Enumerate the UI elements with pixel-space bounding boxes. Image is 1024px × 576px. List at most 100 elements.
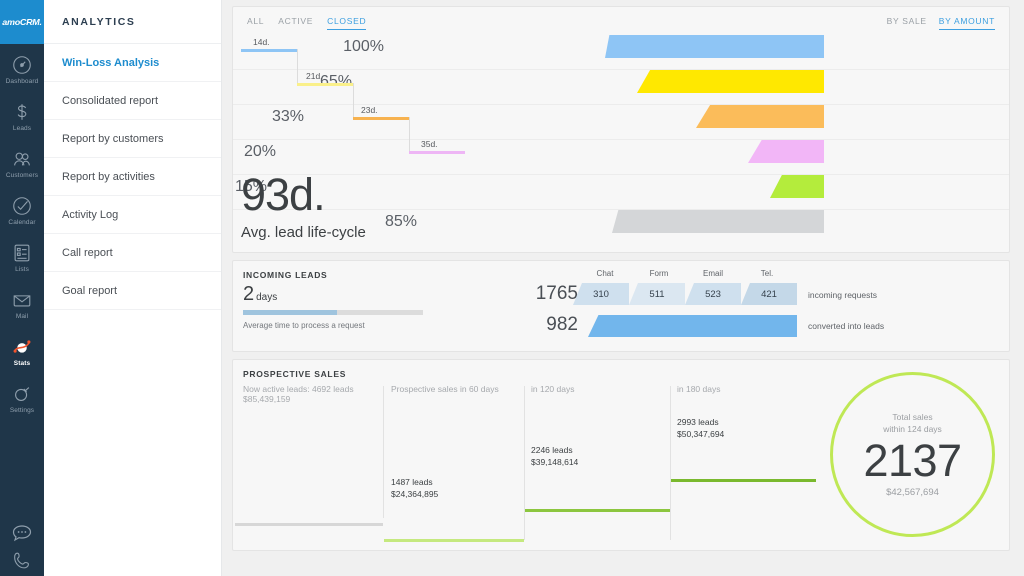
column-leads: 2993 leads	[677, 416, 812, 428]
tab-active[interactable]: ACTIVE	[278, 16, 313, 30]
rail-item-leads[interactable]: Leads	[0, 91, 44, 138]
rail-item-lists[interactable]: Lists	[0, 232, 44, 279]
step-segment	[409, 151, 465, 154]
list-icon	[11, 242, 33, 264]
nav-item-goal-report[interactable]: Goal report	[44, 272, 221, 310]
channel-value: 421	[761, 289, 777, 300]
step-connector	[353, 83, 354, 117]
logo-text: amoCRM.	[2, 17, 41, 27]
step-label: 23d.	[361, 105, 378, 115]
total-sales-amount: $42,567,694	[886, 487, 939, 498]
funnel-status-tabs: ALL ACTIVE CLOSED	[247, 16, 366, 30]
step-segment	[241, 49, 297, 52]
processing-subtitle: Average time to process a request	[243, 321, 365, 330]
analytics-dashboard: amoCRM. Dashboard Leads Customers	[0, 0, 1024, 576]
nav-item-label: Win-Loss Analysis	[62, 57, 159, 69]
step-label: 14d.	[253, 37, 270, 47]
funnel-bar	[770, 175, 824, 198]
channel-segment-chat[interactable]: 310	[573, 283, 629, 305]
channel-name: Chat	[578, 269, 632, 278]
nav-item-report-by-customers[interactable]: Report by customers	[44, 120, 221, 158]
circle-caption: Total sales within 124 days	[883, 411, 942, 435]
prospective-sales-card: PROSPECTIVE SALES Now active leads: 4692…	[232, 359, 1010, 551]
sort-by-amount[interactable]: BY AMOUNT	[939, 16, 995, 30]
sort-by-sale[interactable]: BY SALE	[887, 16, 927, 30]
tab-closed[interactable]: CLOSED	[327, 16, 366, 30]
column-bar	[525, 509, 670, 512]
nav-item-consolidated-report[interactable]: Consolidated report	[44, 82, 221, 120]
channel-name: Email	[686, 269, 740, 278]
rail-label: Settings	[10, 407, 34, 414]
check-circle-icon	[11, 195, 33, 217]
step-connector	[409, 117, 410, 151]
funnel-bar	[696, 105, 824, 128]
converted-leads-bar	[588, 315, 797, 337]
gear-icon	[11, 383, 33, 405]
avg-lifecycle-block: 93d. Avg. lead life-cycle	[241, 170, 366, 241]
prospective-sales-title: PROSPECTIVE SALES	[243, 369, 346, 379]
column-leads: 1487 leads	[391, 476, 521, 488]
amocrm-logo[interactable]: amoCRM.	[0, 0, 44, 44]
days-number: 2	[243, 283, 254, 305]
incoming-requests-note: incoming requests	[808, 290, 877, 300]
progress-fill	[243, 310, 337, 315]
step-label: 21d.	[306, 71, 323, 81]
main-nav-rail: amoCRM. Dashboard Leads Customers	[0, 0, 44, 576]
converted-leads-total: 982	[518, 314, 578, 336]
avg-processing-time: 2days	[243, 283, 277, 306]
column-label: in 180 days	[677, 384, 812, 394]
channel-value: 511	[649, 289, 664, 300]
column-bar	[384, 539, 524, 542]
nav-item-activity-log[interactable]: Activity Log	[44, 196, 221, 234]
funnel-bar	[605, 35, 824, 58]
rail-item-mail[interactable]: Mail	[0, 279, 44, 326]
rail-item-calendar[interactable]: Calendar	[0, 185, 44, 232]
chat-button[interactable]	[0, 522, 44, 546]
nav-item-win-loss-analysis[interactable]: Win-Loss Analysis	[44, 44, 221, 82]
column-amount: $39,148,614	[531, 456, 666, 468]
nav-item-call-report[interactable]: Call report	[44, 234, 221, 272]
prospective-column-active: Now active leads: 4692 leads $85,439,159	[243, 384, 383, 542]
tab-label: CLOSED	[327, 16, 366, 26]
rail-bottom-actions	[0, 522, 44, 572]
channel-value: 310	[593, 289, 609, 300]
incoming-requests-total: 1765	[518, 283, 578, 305]
column-label: Prospective sales in 60 days	[391, 384, 521, 394]
total-sales-circle: Total sales within 124 days 2137 $42,567…	[830, 372, 995, 537]
tab-all[interactable]: ALL	[247, 16, 264, 30]
stats-icon	[11, 336, 33, 358]
win-loss-funnel-card: ALL ACTIVE CLOSED BY SALE BY AMOUNT 100%…	[232, 6, 1010, 253]
column-divider	[524, 386, 525, 540]
column-bar	[671, 479, 816, 482]
processing-progress-bar	[243, 310, 423, 315]
channel-segment-email[interactable]: 523	[685, 283, 741, 305]
main-content: ALL ACTIVE CLOSED BY SALE BY AMOUNT 100%…	[222, 0, 1024, 576]
nav-item-label: Goal report	[62, 285, 117, 297]
converted-leads-note: converted into leads	[808, 321, 884, 331]
column-amount: $50,347,694	[677, 428, 812, 440]
nav-item-label: Activity Log	[62, 209, 118, 221]
call-button[interactable]	[0, 550, 44, 572]
rail-label: Leads	[13, 125, 31, 132]
prospective-column-120-days: in 120 days 2246 leads $39,148,614	[531, 384, 666, 542]
page-title: ANALYTICS	[44, 0, 221, 44]
days-unit: days	[256, 292, 277, 303]
channel-segment-tel[interactable]: 421	[741, 283, 797, 305]
nav-item-label: Consolidated report	[62, 95, 158, 107]
prospective-column-180-days: in 180 days 2993 leads $50,347,694	[677, 384, 812, 542]
rail-label: Calendar	[8, 219, 35, 226]
channel-segment-form[interactable]: 511	[629, 283, 685, 305]
tab-label: BY SALE	[887, 16, 927, 26]
rail-item-stats[interactable]: Stats	[0, 326, 44, 373]
rail-label: Dashboard	[6, 78, 39, 85]
rail-item-settings[interactable]: Settings	[0, 373, 44, 420]
channel-name: Form	[632, 269, 686, 278]
rail-item-dashboard[interactable]: Dashboard	[0, 44, 44, 91]
column-bar	[235, 523, 383, 526]
tab-label: ALL	[247, 16, 264, 26]
column-divider	[670, 386, 671, 540]
nav-item-report-by-activities[interactable]: Report by activities	[44, 158, 221, 196]
rail-item-customers[interactable]: Customers	[0, 138, 44, 185]
dollar-icon	[11, 101, 33, 123]
speedometer-icon	[11, 54, 33, 76]
